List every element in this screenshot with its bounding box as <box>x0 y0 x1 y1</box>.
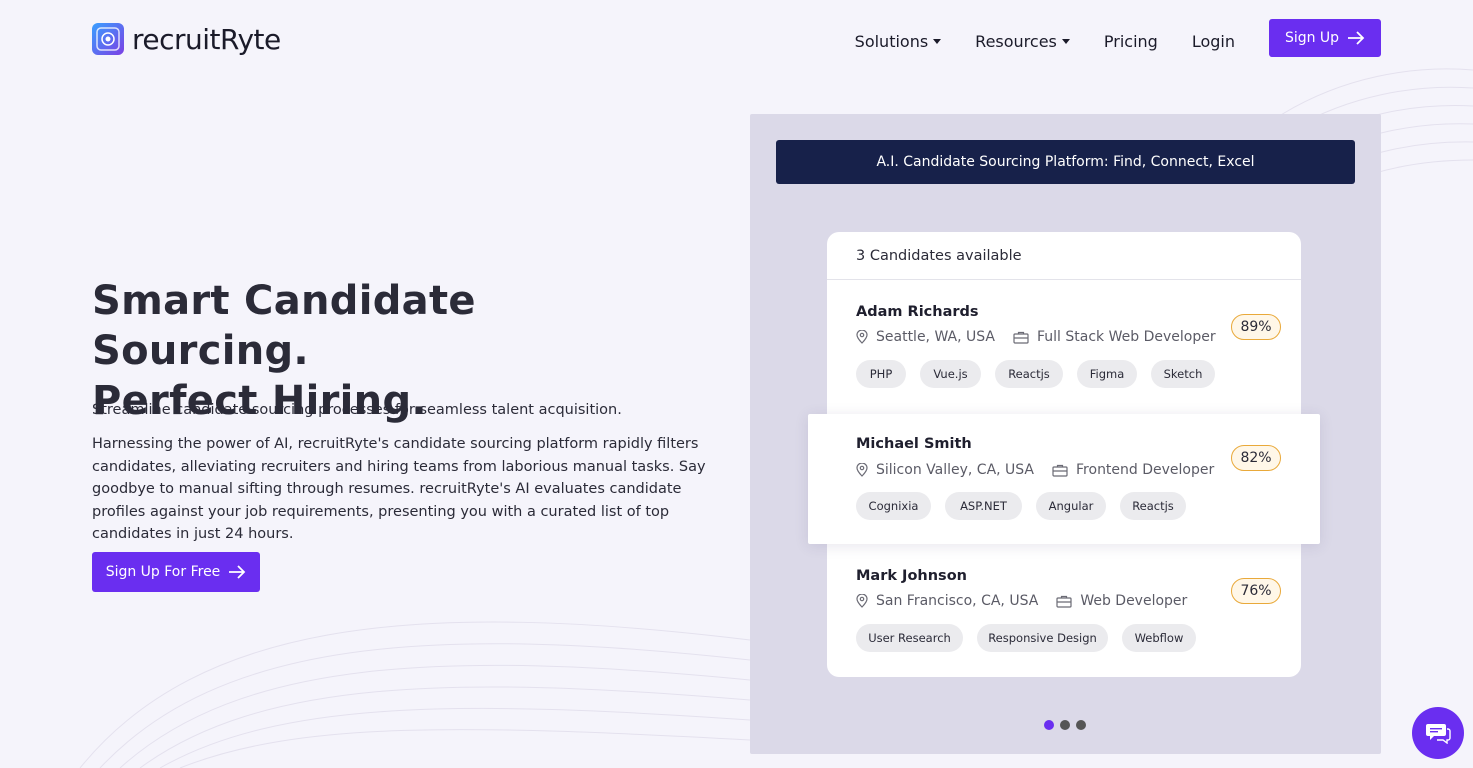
skill-tag: Webflow <box>1122 624 1196 652</box>
skill-tag: Sketch <box>1151 360 1215 388</box>
nav-signup-button[interactable]: Sign Up <box>1269 19 1381 57</box>
candidate-meta: Seattle, WA, USA Full Stack Web Develope… <box>856 329 1216 345</box>
skill-tag: PHP <box>856 360 906 388</box>
skill-tags: User Research Responsive Design Webflow <box>856 624 1210 652</box>
hero-body: Harnessing the power of AI, recruitRyte'… <box>92 436 706 542</box>
logo[interactable]: recruitRyte <box>92 22 281 56</box>
skill-tag: ASP.NET <box>945 492 1022 520</box>
skill-tags: Cognixia ASP.NET Angular Reactjs <box>856 492 1200 520</box>
caret-down-icon <box>1061 39 1070 44</box>
nav-login-label: Login <box>1191 32 1235 51</box>
hero-title-line2: Perfect Hiring. <box>92 378 427 424</box>
candidates-count: 3 Candidates available <box>827 232 1301 280</box>
skill-tag: Vue.js <box>920 360 981 388</box>
candidate-panel: A.I. Candidate Sourcing Platform: Find, … <box>750 114 1381 754</box>
candidate-name: Adam Richards <box>856 304 979 320</box>
nav-resources-label: Resources <box>975 32 1057 51</box>
nav-signup-label: Sign Up <box>1284 30 1340 46</box>
carousel-dot[interactable] <box>1044 720 1054 730</box>
arrow-right-icon <box>1348 31 1365 45</box>
candidate-name: Mark Johnson <box>856 568 967 584</box>
candidate-item[interactable]: Mark Johnson San Francisco, CA, USA Web … <box>827 545 1301 665</box>
chat-button[interactable] <box>1412 707 1464 759</box>
signup-free-label: Sign Up For Free <box>105 564 221 580</box>
nav-pricing[interactable]: Pricing <box>1104 32 1158 51</box>
briefcase-icon <box>1056 595 1072 608</box>
arrow-right-icon <box>229 565 246 579</box>
chat-icon <box>1426 724 1451 744</box>
candidate-role: Frontend Developer <box>1076 462 1215 478</box>
nav-solutions-label: Solutions <box>854 32 929 51</box>
top-navigation: recruitRyte Solutions Resources Pricing … <box>0 0 1473 78</box>
logo-icon <box>92 23 124 55</box>
panel-banner: A.I. Candidate Sourcing Platform: Find, … <box>776 140 1355 184</box>
skill-tag: Cognixia <box>856 492 931 520</box>
location-pin-icon <box>856 330 868 344</box>
location-pin-icon <box>856 594 868 608</box>
nav-links: Solutions Resources Pricing Login Sign U… <box>855 19 1381 57</box>
hero-title-line1: Smart Candidate Sourcing. <box>92 278 476 374</box>
skill-tag: Figma <box>1077 360 1137 388</box>
caret-down-icon <box>933 39 942 44</box>
candidate-role: Web Developer <box>1080 593 1188 609</box>
skill-tags: PHP Vue.js Reactjs Figma Sketch <box>856 360 1229 388</box>
candidate-location: Seattle, WA, USA <box>876 329 995 345</box>
match-score: 82% <box>1231 445 1281 471</box>
nav-login[interactable]: Login <box>1192 32 1235 51</box>
nav-solutions[interactable]: Solutions <box>855 32 942 51</box>
carousel-dot[interactable] <box>1060 720 1070 730</box>
candidate-location: San Francisco, CA, USA <box>876 593 1039 609</box>
match-score: 89% <box>1231 314 1281 340</box>
candidate-item-active[interactable]: Michael Smith Silicon Valley, CA, USA Fr… <box>808 414 1320 544</box>
carousel-dot[interactable] <box>1076 720 1086 730</box>
hero-subtitle: Streamline candidate sourcing processes … <box>92 402 622 418</box>
candidate-name: Michael Smith <box>856 436 972 452</box>
carousel-dots <box>1044 720 1092 730</box>
candidate-role: Full Stack Web Developer <box>1037 329 1216 345</box>
skill-tag: Reactjs <box>995 360 1063 388</box>
nav-pricing-label: Pricing <box>1103 32 1158 51</box>
match-score: 76% <box>1231 578 1281 604</box>
skill-tag: User Research <box>856 624 963 652</box>
signup-free-button[interactable]: Sign Up For Free <box>92 552 260 592</box>
skill-tag: Angular <box>1036 492 1106 520</box>
candidate-item[interactable]: Adam Richards Seattle, WA, USA Full Stac… <box>827 281 1301 401</box>
candidate-meta: San Francisco, CA, USA Web Developer <box>856 593 1187 609</box>
candidate-location: Silicon Valley, CA, USA <box>876 462 1035 478</box>
candidate-meta: Silicon Valley, CA, USA Frontend Develop… <box>856 462 1214 478</box>
briefcase-icon <box>1052 464 1068 477</box>
nav-resources[interactable]: Resources <box>975 32 1070 51</box>
location-pin-icon <box>856 463 868 477</box>
logo-text: recruitRyte <box>132 22 281 56</box>
skill-tag: Responsive Design <box>977 624 1108 652</box>
skill-tag: Reactjs <box>1120 492 1186 520</box>
briefcase-icon <box>1013 331 1029 344</box>
